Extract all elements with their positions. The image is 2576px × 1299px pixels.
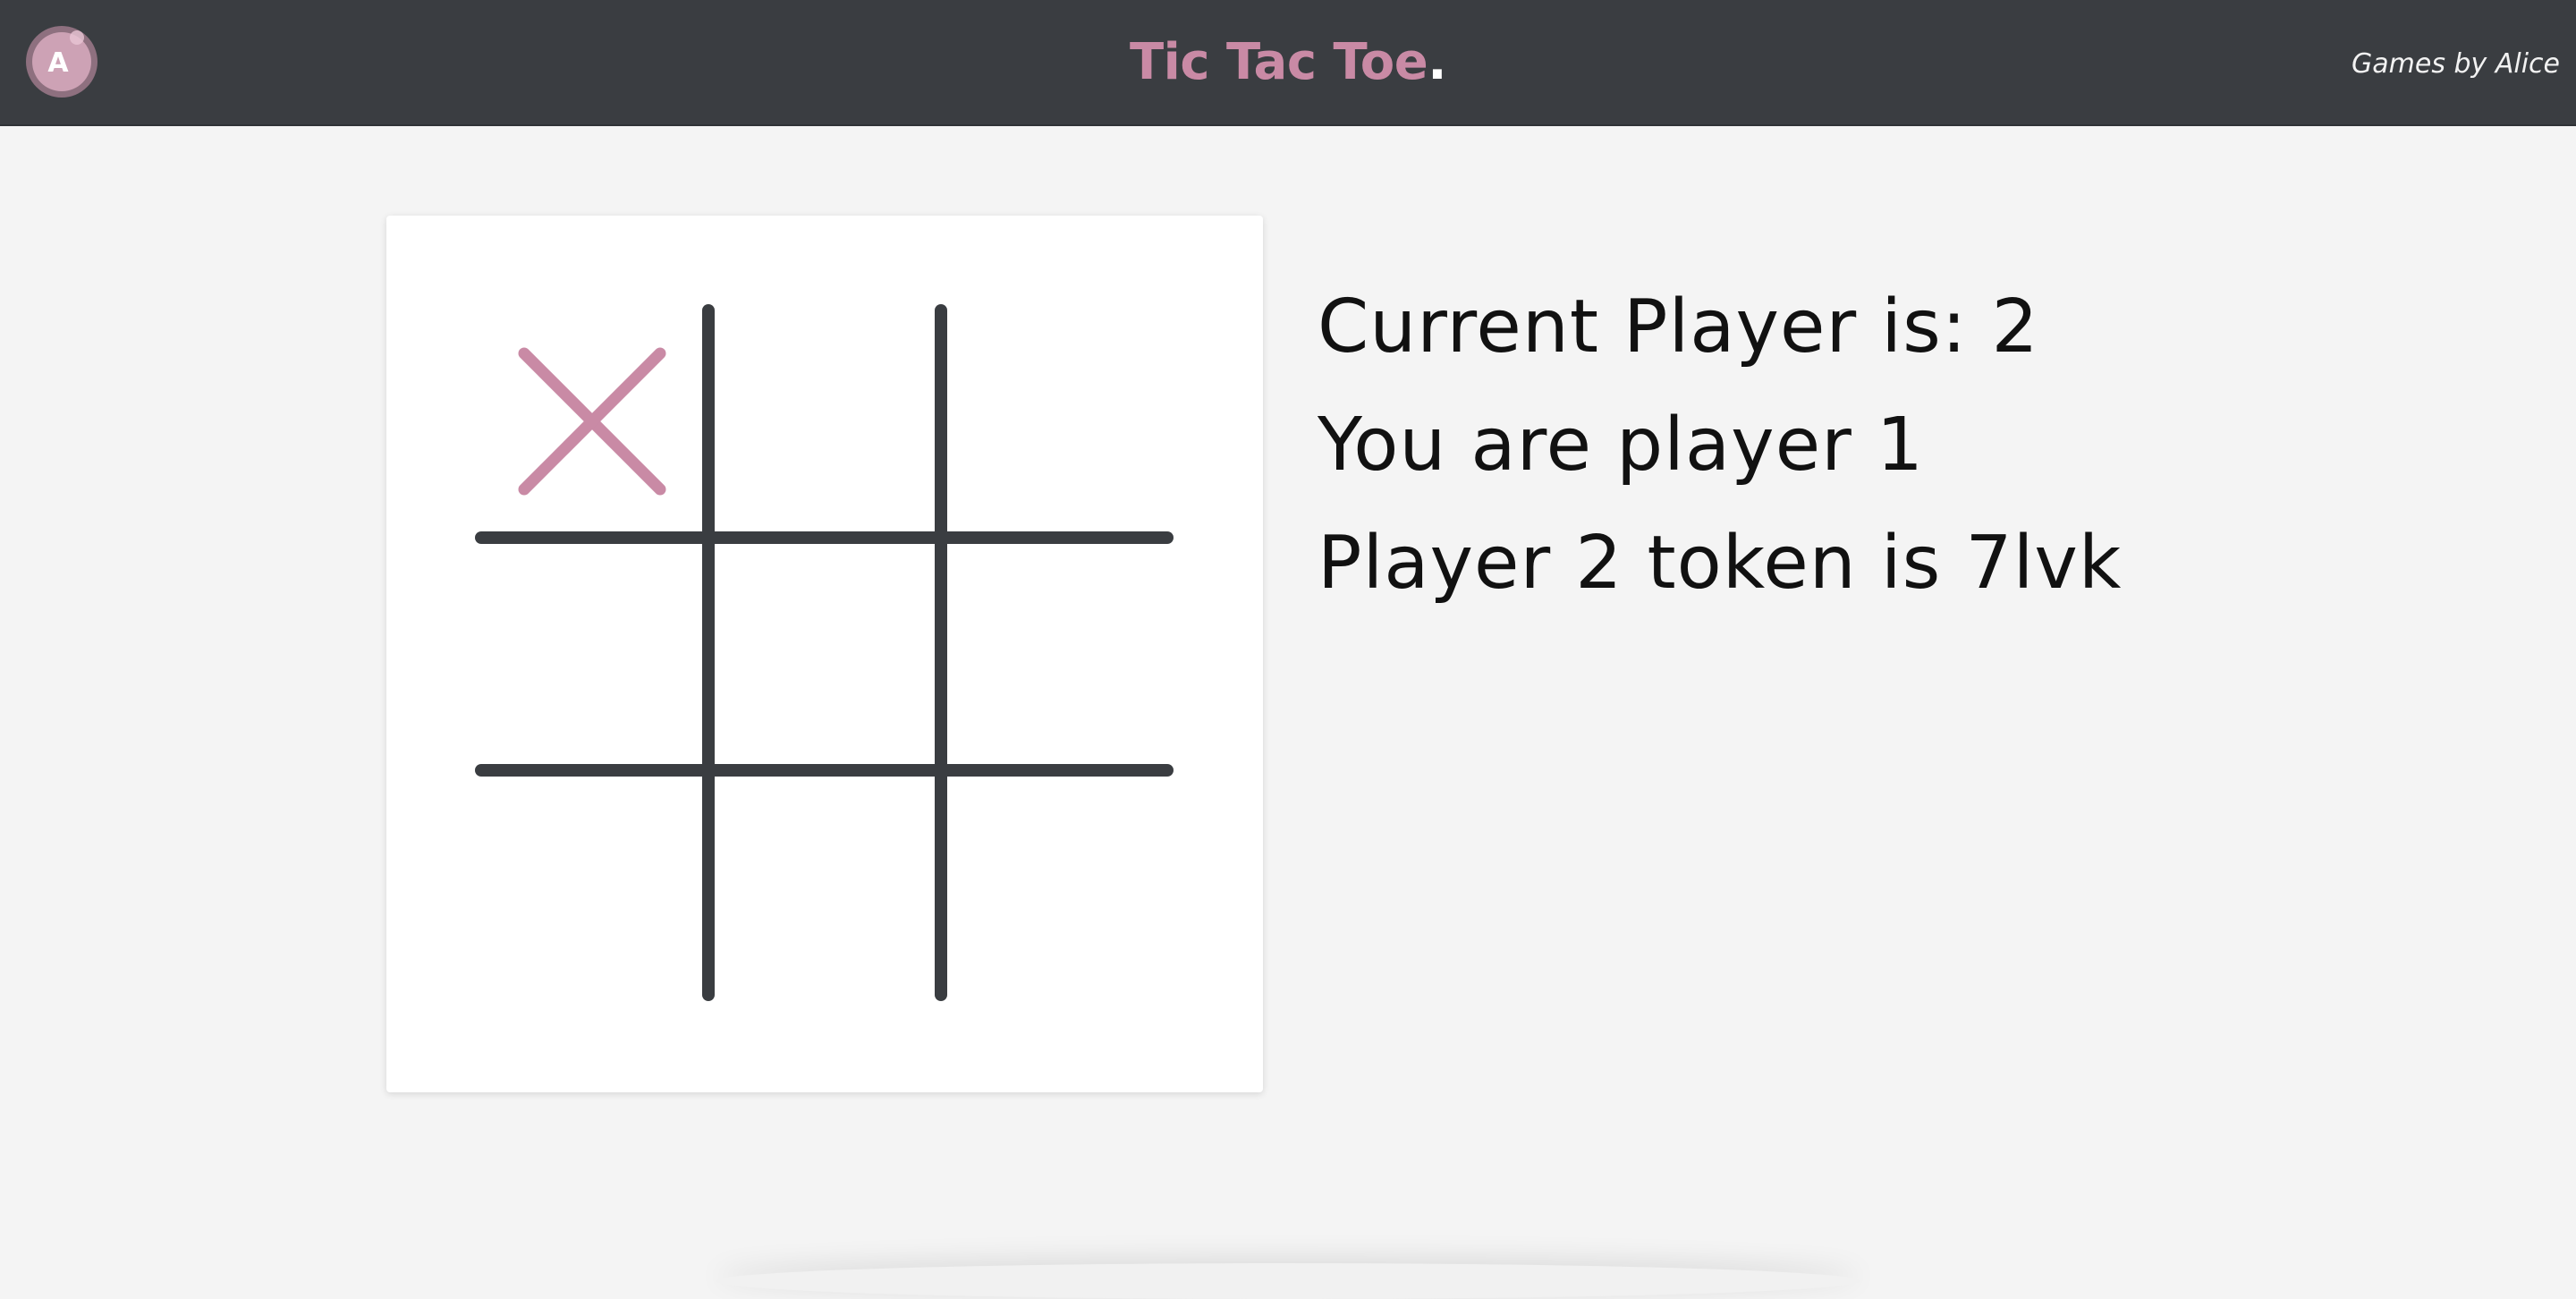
- board-cell-2-2[interactable]: [708, 538, 941, 770]
- status-panel: Current Player is: 2 You are player 1 Pl…: [1318, 268, 2122, 623]
- board-cell-3-1[interactable]: [476, 770, 708, 1003]
- game-board-card: [386, 216, 1263, 1092]
- game-board: [475, 304, 1174, 1003]
- board-cell-2-3[interactable]: [941, 538, 1174, 770]
- bottom-panel-edge: [716, 1263, 1860, 1299]
- app-title-dot: .: [1428, 33, 1447, 91]
- your-player-text: You are player 1: [1318, 403, 1925, 488]
- board-cell-3-3[interactable]: [941, 770, 1174, 1003]
- app-title-text: Tic Tac Toe: [1129, 33, 1428, 91]
- board-cell-3-2[interactable]: [708, 770, 941, 1003]
- current-player-text: Current Player is: 2: [1318, 284, 2039, 369]
- app-title: Tic Tac Toe.: [0, 34, 2576, 91]
- board-cell-2-1[interactable]: [476, 538, 708, 770]
- board-cell-1-3[interactable]: [941, 305, 1174, 538]
- board-cell-1-2[interactable]: [708, 305, 941, 538]
- top-bar: A Tic Tac Toe. Games by Alice: [0, 0, 2576, 126]
- byline[interactable]: Games by Alice: [2351, 47, 2560, 82]
- opponent-token-text: Player 2 token is 7lvk: [1318, 521, 2123, 606]
